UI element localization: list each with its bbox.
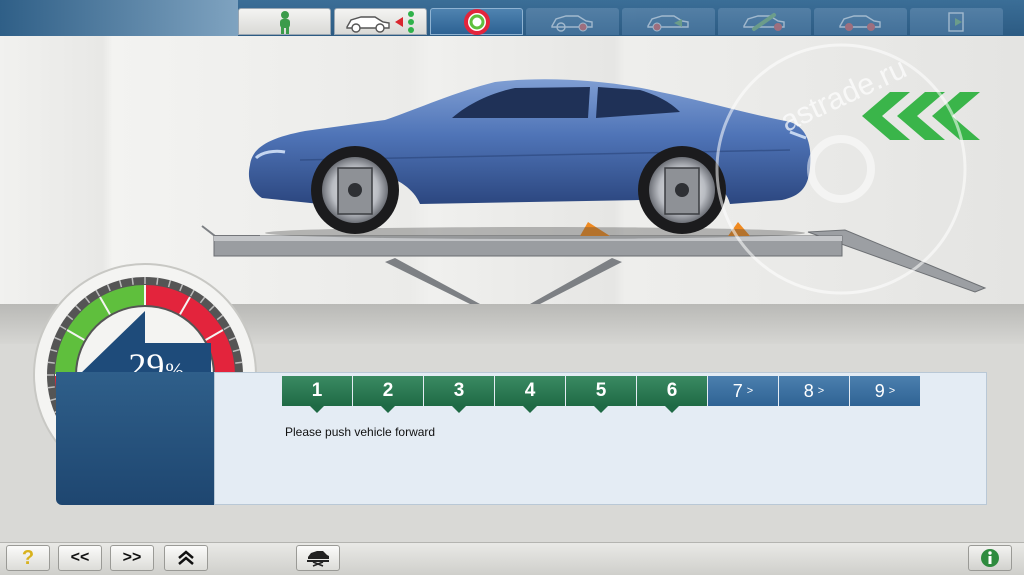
lift-control-button[interactable] (296, 545, 340, 571)
back-button[interactable]: << (58, 545, 102, 571)
step-6: 6 (637, 376, 707, 413)
info-button[interactable] (968, 545, 1012, 571)
step-label: 7 (732, 380, 743, 401)
tab-vehicle[interactable] (334, 8, 427, 35)
step-label: 6 (666, 380, 678, 401)
car-check-icon (838, 14, 881, 31)
wheel-target-icon (463, 8, 490, 35)
tab-print[interactable] (910, 8, 1003, 35)
tab-customer[interactable] (238, 8, 331, 35)
gauge-tick (235, 361, 243, 364)
step-label: 4 (524, 380, 536, 401)
front-wheel (311, 146, 399, 234)
wrench-icon (742, 12, 785, 31)
step-label: 3 (453, 380, 465, 401)
gauge-tick (47, 361, 55, 364)
car-on-lift-icon (307, 551, 329, 567)
step-1: 1 (282, 376, 352, 413)
step-3: 3 (424, 376, 494, 413)
step-5: 5 (566, 376, 636, 413)
lift-scissor-legs (385, 258, 622, 304)
tab-runout-compensation[interactable] (430, 8, 523, 35)
vehicle-image (248, 79, 811, 234)
collapse-button[interactable] (164, 545, 208, 571)
help-button[interactable]: ? (6, 545, 50, 571)
car-results-icon (646, 14, 689, 31)
step-label: 5 (595, 380, 607, 401)
top-bar-gradient (0, 0, 238, 36)
help-icon: ? (21, 546, 35, 569)
gauge-tick (156, 277, 159, 285)
step-indicator: 1 2 3 4 5 6 7 >8 >9 > (282, 376, 921, 413)
step-7: 7 > (708, 376, 778, 406)
step-panel-side (56, 372, 216, 505)
step-label: 8 (803, 380, 814, 401)
step-chevron-icon: > (746, 385, 754, 397)
gauge-tick (131, 277, 134, 285)
workflow-tabs (238, 8, 1003, 36)
tab-measurement[interactable] (526, 8, 619, 35)
step-chevron-icon: > (888, 385, 896, 397)
step-chevron-icon: > (817, 385, 825, 397)
direction-chevrons-icon (862, 92, 980, 140)
tab-results[interactable] (622, 8, 715, 35)
tab-adjustment[interactable] (718, 8, 811, 35)
step-9: 9 > (850, 376, 920, 406)
info-icon (981, 549, 999, 567)
step-4: 4 (495, 376, 565, 413)
gauge-tick (47, 386, 55, 389)
rear-wheel (638, 146, 726, 234)
back-label: << (70, 549, 90, 566)
instruction-text: Please push vehicle forward (285, 425, 436, 439)
double-chevron-up-icon (178, 550, 194, 565)
forward-button[interactable]: >> (110, 545, 154, 571)
forward-label: >> (122, 549, 142, 566)
car-measure-icon (550, 14, 593, 32)
step-2: 2 (353, 376, 423, 413)
vehicle-selection-icon (345, 10, 414, 33)
document-print-icon (947, 11, 964, 32)
step-8: 8 > (779, 376, 849, 406)
person-icon (279, 10, 290, 34)
step-label: 2 (382, 380, 394, 401)
step-label: 1 (311, 380, 323, 401)
step-label: 9 (874, 380, 885, 401)
tab-final-check[interactable] (814, 8, 907, 35)
